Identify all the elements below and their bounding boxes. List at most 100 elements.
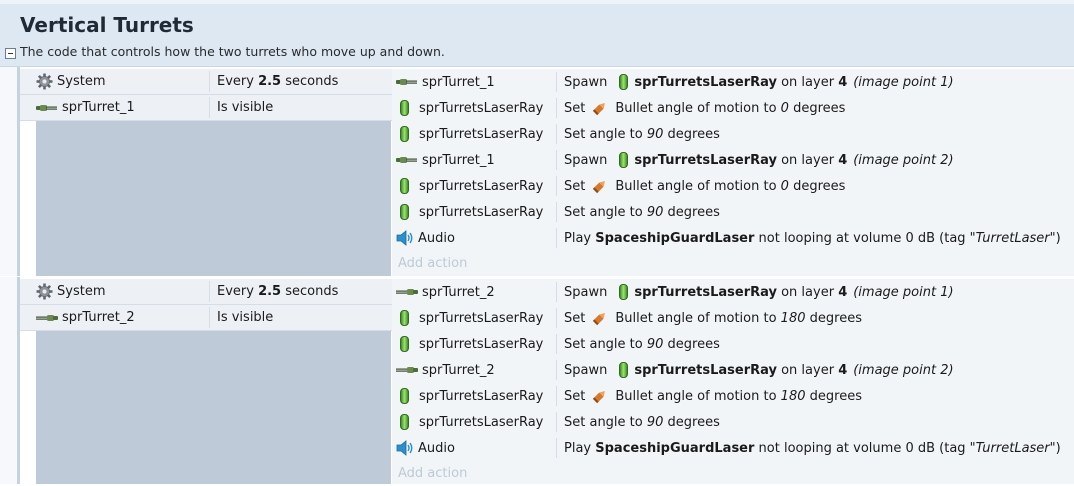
action-row[interactable]: sprTurretsLaserRay Set Bullet angle of mo… — [392, 95, 1074, 121]
action-text-post: degrees — [663, 126, 720, 142]
action-divider — [556, 438, 557, 458]
bullet-icon — [593, 103, 606, 116]
action-value: 0 — [780, 178, 789, 194]
action-text: Set Bullet angle of motion to 0 degrees — [564, 95, 845, 121]
action-object-name: sprTurretsLaserRay — [419, 100, 544, 116]
condition-row[interactable]: sprTurret_1 Is visible — [20, 95, 392, 121]
action-text: Play SpaceshipGuardLaser not looping at … — [564, 435, 1061, 461]
action-verb: Set — [564, 388, 586, 404]
condition-row[interactable]: System Every 2.5 seconds — [20, 69, 392, 95]
action-text-post: degrees — [663, 414, 720, 430]
laser-icon — [619, 362, 629, 378]
condition-divider — [209, 281, 210, 302]
action-row[interactable]: sprTurretsLaserRay Set angle to 90 degre… — [392, 199, 1074, 225]
bullet-icon — [593, 313, 606, 326]
action-text-pre: Bullet angle of motion to — [615, 100, 781, 116]
action-row[interactable]: sprTurretsLaserRay Set angle to 90 degre… — [392, 121, 1074, 147]
action-value: 90 — [646, 126, 664, 142]
action-divider — [556, 360, 557, 380]
action-object-name: sprTurretsLaserRay — [419, 336, 544, 352]
condition-row[interactable]: System Every 2.5 seconds — [20, 279, 392, 305]
condition-text-pre: Every — [217, 74, 259, 89]
action-object-name: sprTurretsLaserRay — [419, 204, 544, 220]
event-gutter[interactable] — [0, 277, 18, 484]
bullet-icon — [593, 391, 606, 404]
condition-text-post: seconds — [281, 284, 339, 299]
action-object: sprTurretsLaserRay — [396, 173, 543, 199]
action-row[interactable]: sprTurret_2 Spawn sprTurretsLaserRay on l… — [392, 279, 1074, 305]
action-object: sprTurretsLaserRay — [396, 383, 543, 409]
action-row[interactable]: sprTurretsLaserRay Set Bullet angle of mo… — [392, 383, 1074, 409]
action-text-pre: Bullet angle of motion to — [615, 310, 781, 326]
action-object-name: sprTurret_1 — [422, 74, 495, 90]
audio-play-pre: Play — [564, 440, 596, 456]
action-verb: Spawn — [564, 152, 608, 168]
action-object-name: sprTurretsLaserRay — [419, 414, 544, 430]
collapse-toggle[interactable] — [5, 48, 16, 59]
action-row[interactable]: Audio Play SpaceshipGuardLaser not loopi… — [392, 225, 1074, 251]
action-row[interactable]: sprTurretsLaserRay Set Bullet angle of mo… — [392, 173, 1074, 199]
condition-object: sprTurret_2 — [36, 305, 135, 330]
action-divider — [556, 282, 557, 302]
action-text-pre: Set angle to — [564, 414, 647, 430]
action-object: Audio — [396, 225, 455, 251]
condition-value: 2.5 — [258, 284, 282, 299]
action-divider — [556, 412, 557, 432]
spawn-target: sprTurretsLaserRay — [634, 284, 777, 300]
event-block[interactable]: System Every 2.5 seconds sprTurret_2 Is … — [0, 277, 1074, 484]
condition-divider — [209, 97, 210, 118]
action-divider — [556, 202, 557, 222]
action-row[interactable]: sprTurretsLaserRay Set angle to 90 degre… — [392, 331, 1074, 357]
sound-name: SpaceshipGuardLaser — [595, 440, 755, 456]
condition-row[interactable]: sprTurret_2 Is visible — [20, 305, 392, 331]
action-row[interactable]: Audio Play SpaceshipGuardLaser not loopi… — [392, 435, 1074, 461]
action-row[interactable]: sprTurretsLaserRay Set angle to 90 degre… — [392, 409, 1074, 435]
layer-value: 4 — [838, 284, 848, 300]
action-divider — [556, 124, 557, 144]
event-block[interactable]: System Every 2.5 seconds sprTurret_1 Is … — [0, 67, 1074, 276]
action-object-name: sprTurretsLaserRay — [419, 126, 544, 142]
add-action-link[interactable]: Add action — [398, 462, 467, 486]
actions-area[interactable]: sprTurret_1 Spawn sprTurretsLaserRay on l… — [392, 69, 1074, 276]
action-object: Audio — [396, 435, 455, 461]
action-divider — [556, 386, 557, 406]
action-verb: Spawn — [564, 284, 608, 300]
speaker-icon — [396, 440, 413, 456]
condition-value: 2.5 — [258, 74, 282, 89]
condition-object: System — [36, 69, 105, 94]
action-object-name: Audio — [418, 230, 455, 246]
action-object-name: sprTurret_2 — [422, 284, 495, 300]
condition-object-name: sprTurret_1 — [62, 99, 135, 115]
action-text: Play SpaceshipGuardLaser not looping at … — [564, 225, 1061, 251]
action-text: Set angle to 90 degrees — [564, 409, 720, 435]
laser-icon — [619, 284, 629, 300]
group-top-strip — [0, 0, 1074, 4]
condition-object-name: sprTurret_2 — [62, 309, 135, 325]
action-row[interactable]: sprTurret_2 Spawn sprTurretsLaserRay on l… — [392, 357, 1074, 383]
add-action-link[interactable]: Add action — [398, 252, 467, 276]
audio-play-pre: Play — [564, 230, 596, 246]
condition-area[interactable] — [36, 330, 391, 484]
image-point: (image point 1) — [853, 284, 954, 300]
condition-text: Is visible — [217, 310, 274, 325]
action-divider — [556, 176, 557, 196]
group-description: The code that controls how the two turre… — [20, 44, 445, 59]
gear-icon — [36, 283, 53, 300]
layer-label: on layer — [776, 284, 839, 300]
turret-icon — [396, 157, 417, 163]
actions-area[interactable]: sprTurret_2 Spawn sprTurretsLaserRay on l… — [392, 279, 1074, 484]
action-row[interactable]: sprTurret_1 Spawn sprTurretsLaserRay on l… — [392, 69, 1074, 95]
image-point: (image point 2) — [853, 362, 954, 378]
action-divider — [556, 150, 557, 170]
action-verb: Spawn — [564, 74, 608, 90]
action-row[interactable]: sprTurretsLaserRay Set Bullet angle of mo… — [392, 305, 1074, 331]
event-gutter[interactable] — [0, 67, 18, 276]
action-object: sprTurret_2 — [396, 357, 495, 383]
condition-text-post: seconds — [281, 74, 339, 89]
action-row[interactable]: sprTurret_1 Spawn sprTurretsLaserRay on l… — [392, 147, 1074, 173]
event-group-header[interactable]: Vertical Turrets The code that controls … — [0, 0, 1074, 67]
condition-area[interactable] — [36, 120, 391, 276]
laser-icon — [400, 100, 409, 116]
laser-icon — [400, 336, 409, 352]
audio-play-post: ") — [1049, 230, 1061, 246]
